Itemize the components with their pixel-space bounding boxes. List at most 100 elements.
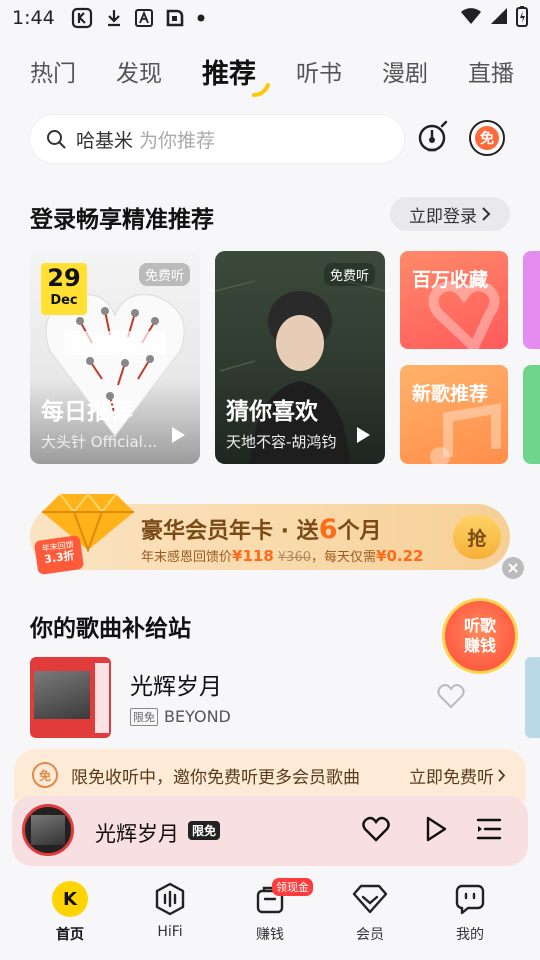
player-song-title: 光辉岁月 xyxy=(95,822,179,846)
guess-you-like-card[interactable]: 免费听 猜你喜欢 天地不容-胡鸿钧 xyxy=(215,251,385,464)
partial-tile[interactable] xyxy=(523,365,540,464)
song-name: 光辉岁月 xyxy=(130,674,222,700)
tab-audiobook[interactable]: 听书 xyxy=(296,54,342,88)
top-tab-bar: 热门 发现 推荐 听书 漫剧 直播 xyxy=(0,46,540,97)
like-button[interactable] xyxy=(437,683,465,713)
promo-text: 限免收听中，邀你免费听更多会员歌曲 xyxy=(71,767,360,788)
nav-label: HiFi xyxy=(157,924,183,940)
earn-line2: 赚钱 xyxy=(463,636,496,655)
free-listen-icon: 免 xyxy=(475,126,499,150)
player-like-button[interactable] xyxy=(362,816,390,846)
song-artist: BEYOND xyxy=(164,707,231,726)
signal-icon xyxy=(490,7,508,30)
heart-icon xyxy=(428,281,500,349)
grab-button[interactable]: 抢 xyxy=(453,515,501,559)
active-tab-swoosh-icon xyxy=(252,82,270,97)
status-bar: 1:44 xyxy=(0,0,540,36)
home-icon: K xyxy=(52,881,88,917)
nav-hifi[interactable]: HiFi xyxy=(138,880,202,960)
nav-badge: 领现金 xyxy=(272,878,313,896)
search-icon xyxy=(47,130,66,149)
date-day: 29 xyxy=(47,264,81,292)
discount-corner-badge: 年末回馈 3.3折 xyxy=(33,534,85,576)
hifi-icon xyxy=(155,882,185,916)
vip-title-suffix: 个月 xyxy=(337,519,382,544)
app-a-icon xyxy=(134,9,153,27)
player-play-button[interactable] xyxy=(424,816,448,846)
chevron-right-icon xyxy=(482,207,491,221)
cover-photo xyxy=(34,671,90,719)
nav-home[interactable]: K 首页 xyxy=(38,880,102,960)
play-icon xyxy=(426,816,447,842)
partial-tile[interactable] xyxy=(523,251,540,349)
playlist-icon xyxy=(476,818,502,840)
tab-recommend-label: 推荐 xyxy=(202,58,256,90)
tab-discover[interactable]: 发现 xyxy=(116,54,162,88)
playlist-button[interactable] xyxy=(476,817,502,845)
free-icon: 免 xyxy=(32,762,58,788)
nav-me[interactable]: 我的 xyxy=(438,880,502,960)
songs-section-title: 你的歌曲补给站 xyxy=(30,616,191,642)
status-time: 1:44 xyxy=(12,7,55,29)
limited-free-tag: 限免 xyxy=(130,707,158,726)
promo-cta[interactable]: 立即免费听 xyxy=(409,763,506,788)
music-recognition-button[interactable] xyxy=(414,118,454,158)
date-badge: 29 Dec xyxy=(41,263,87,315)
song-meta: 限免 BEYOND xyxy=(130,707,231,726)
nav-label: 我的 xyxy=(456,927,484,943)
profile-icon xyxy=(455,884,485,915)
million-favorites-tile[interactable]: 百万收藏 xyxy=(400,251,508,349)
tab-hot[interactable]: 热门 xyxy=(30,54,76,88)
login-button-label: 立即登录 xyxy=(409,206,477,227)
vip-original-price: ¥360 xyxy=(277,550,311,565)
earn-line1: 听歌 xyxy=(463,616,496,635)
app-d-icon xyxy=(165,8,185,28)
vip-sub-prefix: 年末感恩回馈价 xyxy=(141,550,233,565)
discount-corner-line2: 3.3折 xyxy=(43,548,76,567)
search-input[interactable]: 哈基米 为你推荐 xyxy=(30,115,404,163)
login-section-title: 登录畅享精准推荐 xyxy=(30,207,214,233)
kugou-notification-icon xyxy=(71,7,93,29)
search-hint: 为你推荐 xyxy=(139,129,216,152)
play-icon[interactable] xyxy=(170,426,186,448)
player-limited-tag: 限免 xyxy=(188,821,221,840)
free-listen-promo[interactable]: 免 限免收听中，邀你免费听更多会员歌曲 立即免费听 xyxy=(14,749,526,801)
close-icon xyxy=(508,563,518,573)
free-listen-tag: 免费听 xyxy=(323,263,375,286)
chevron-right-icon xyxy=(498,768,506,782)
card-title: 每日推荐 xyxy=(41,399,133,425)
nav-earn[interactable]: 领现金 赚钱 xyxy=(238,878,313,960)
play-icon[interactable] xyxy=(355,426,371,448)
mic-icon xyxy=(418,120,448,152)
download-icon xyxy=(105,8,123,28)
search-row: 哈基米 为你推荐 免 xyxy=(30,114,510,164)
nav-vip[interactable]: 会员 xyxy=(338,880,402,960)
vip-sub-suffix: ，每天仅需 xyxy=(311,550,377,565)
login-button[interactable]: 立即登录 xyxy=(390,197,510,231)
vip-title-number: 6 xyxy=(318,514,338,545)
player-cover[interactable] xyxy=(22,804,74,856)
card-subtitle: 大头针 Official... xyxy=(41,433,158,451)
daily-recommend-card[interactable]: 29 Dec 免费听 每日推荐 大头针 Official... xyxy=(30,251,200,464)
date-month: Dec xyxy=(50,293,78,308)
tab-live[interactable]: 直播 xyxy=(468,54,514,88)
new-songs-tile[interactable]: 新歌推荐 xyxy=(400,365,508,464)
card-subtitle: 天地不容-胡鸿钧 xyxy=(226,433,337,451)
bottom-nav: K 首页 HiFi 领现金 赚钱 会员 我的 xyxy=(0,870,540,960)
song-list-item[interactable]: 光辉岁月 限免 BEYOND xyxy=(30,657,520,739)
tab-recommend[interactable]: 推荐 xyxy=(202,52,270,97)
song-cover xyxy=(30,657,111,738)
music-note-icon xyxy=(430,403,501,464)
vip-daily-price: ¥0.22 xyxy=(376,547,424,565)
banner-close-button[interactable] xyxy=(502,557,524,579)
tab-short-drama[interactable]: 漫剧 xyxy=(382,54,428,88)
vip-banner-title: 豪华会员年卡 · 送6个月 xyxy=(141,513,382,545)
mini-player[interactable]: 光辉岁月 限免 xyxy=(12,796,528,866)
free-listen-button[interactable]: 免 xyxy=(469,120,505,156)
battery-icon xyxy=(516,5,528,32)
heart-outline-icon xyxy=(437,684,465,709)
card-title: 猜你喜欢 xyxy=(226,399,318,425)
next-song-cover[interactable] xyxy=(525,657,540,738)
search-keyword: 哈基米 xyxy=(76,129,134,152)
vip-price: ¥118 xyxy=(232,547,274,565)
